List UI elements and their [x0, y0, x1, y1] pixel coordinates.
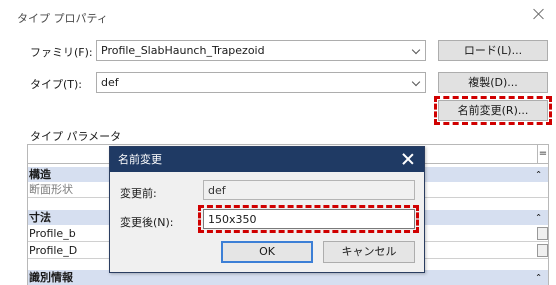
family-select[interactable]: Profile_SlabHaunch_Trapezoid: [96, 40, 426, 61]
before-label: 変更前:: [120, 187, 157, 200]
rename-button-highlight: [434, 96, 552, 125]
before-field: def: [203, 180, 415, 200]
close-icon[interactable]: [532, 7, 546, 21]
close-icon[interactable]: [402, 153, 414, 165]
collapse-icon: ⌃: [535, 273, 542, 282]
grid-eq-button[interactable]: =: [537, 145, 548, 164]
new-name-highlight: [198, 205, 419, 233]
row-label: Profile_D: [29, 244, 78, 257]
type-select-value: def: [101, 76, 119, 89]
row-label: Profile_b: [29, 227, 76, 240]
group-label: 寸法: [29, 211, 51, 224]
dialog-title-bar: 名前変更: [110, 147, 424, 172]
group-label: 構造: [29, 168, 51, 181]
family-select-value: Profile_SlabHaunch_Trapezoid: [101, 44, 265, 57]
duplicate-button[interactable]: 複製(D)...: [438, 72, 548, 93]
dialog-title: 名前変更: [118, 153, 162, 166]
after-label: 変更後(N):: [120, 216, 174, 229]
collapse-icon: ⌃: [535, 213, 542, 222]
ok-button[interactable]: OK: [221, 241, 313, 263]
collapse-icon: ⌃: [535, 170, 542, 179]
load-button[interactable]: ロード(L)...: [438, 40, 548, 61]
family-label: ファミリ(F):: [30, 46, 93, 59]
type-select[interactable]: def: [96, 72, 426, 93]
param-button[interactable]: [537, 244, 548, 257]
type-label: タイプ(T):: [30, 78, 83, 91]
type-params-label: タイプ パラメータ: [30, 130, 122, 143]
chevron-down-icon: [411, 77, 421, 87]
group-label: 識別情報: [29, 271, 73, 284]
param-button[interactable]: [537, 227, 548, 240]
chevron-down-icon: [411, 45, 421, 55]
window-title: タイプ プロパティ: [17, 12, 108, 25]
cancel-button[interactable]: キャンセル: [323, 241, 415, 263]
